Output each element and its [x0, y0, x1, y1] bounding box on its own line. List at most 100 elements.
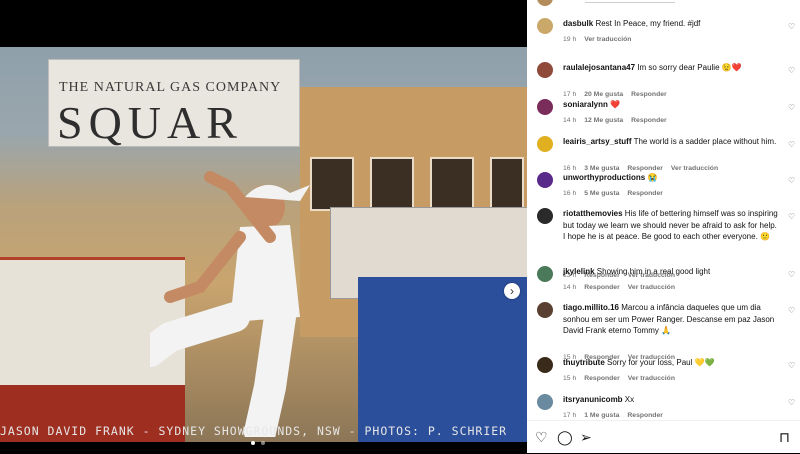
gas-company-sign: THE NATURAL GAS COMPANY SQUAR [48, 59, 300, 147]
avatar[interactable] [537, 62, 553, 78]
comment-likes[interactable]: 3 Me gusta [584, 165, 619, 172]
carousel-dot [251, 441, 255, 445]
comment-meta: 15 h Responder Ver traducción [563, 375, 683, 382]
post-photo: THE NATURAL GAS COMPANY SQUAR › JASON DA… [0, 47, 527, 442]
window [430, 157, 474, 211]
comment-likes[interactable]: 1 Me gusta [584, 412, 619, 419]
reply-button[interactable]: Responder [584, 284, 620, 291]
comment-username[interactable]: jkylelink [563, 267, 595, 276]
comment-body: Showing him in a real good light [594, 267, 711, 276]
reply-button[interactable]: Responder [627, 412, 663, 419]
comment-username[interactable]: unworthyproductions [563, 173, 645, 182]
comment-time: 16 h [563, 165, 577, 172]
window [370, 157, 414, 211]
share-icon[interactable]: ➢ [580, 429, 592, 446]
comment-likes[interactable]: 12 Me gusta [584, 117, 623, 124]
comment-meta: 16 h 3 Me gusta Responder Ver traducción [563, 165, 726, 172]
like-icon[interactable]: ♡ [535, 429, 548, 446]
carousel-dot [261, 441, 266, 445]
see-translation-link[interactable]: Ver traducción [671, 165, 718, 172]
heart-icon[interactable]: ♡ [788, 212, 795, 221]
comment-body: Sorry for your loss, Paul 💛💚 [604, 358, 715, 367]
comment-body: Rest In Peace, my friend. #jdf [593, 19, 701, 28]
avatar[interactable] [537, 136, 553, 152]
blue-truck [358, 277, 527, 442]
comment-username[interactable]: dasbulk [563, 19, 593, 28]
see-translation-link[interactable]: Ver traducción [628, 284, 675, 291]
avatar[interactable] [537, 394, 553, 410]
avatar[interactable] [537, 18, 553, 34]
comment-text: itsryanunicomb Xx [563, 394, 778, 406]
comment-body: 😭 [645, 173, 658, 182]
comment-text: riotatthemovies His life of bettering hi… [563, 208, 778, 243]
reply-button[interactable]: Responder [584, 375, 620, 382]
reply-button[interactable]: Responder [627, 190, 663, 197]
post-media-panel: THE NATURAL GAS COMPANY SQUAR › JASON DA… [0, 0, 527, 453]
comment-meta: 16 h 5 Me gusta Responder [563, 190, 671, 197]
avatar[interactable] [537, 302, 553, 318]
divider [585, 2, 675, 3]
see-translation-link[interactable]: Ver traducción [628, 375, 675, 382]
comment-text: tiago.millito.16 Marcou a infância daque… [563, 302, 778, 337]
comment-time: 17 h [563, 91, 577, 98]
reply-button[interactable]: Responder [631, 91, 667, 98]
comment-time: 16 h [563, 189, 577, 197]
see-translation-link[interactable]: Ver traducción [584, 36, 631, 43]
comment-time: 14 h [563, 283, 577, 291]
avatar [537, 0, 553, 6]
jumping-man [150, 171, 310, 437]
heart-icon[interactable]: ♡ [788, 361, 795, 370]
comment-icon[interactable]: ◯ [557, 429, 573, 446]
next-photo-button[interactable]: › [504, 283, 520, 299]
save-icon[interactable]: ⊓ [779, 429, 790, 446]
reply-button[interactable]: Responder [627, 165, 663, 172]
heart-icon[interactable]: ♡ [788, 103, 795, 112]
comment-body: Xx [622, 395, 635, 404]
comment-meta: 14 h 12 Me gusta Responder [563, 117, 675, 124]
avatar[interactable] [537, 357, 553, 373]
heart-icon[interactable]: ♡ [788, 22, 795, 31]
heart-icon[interactable]: ♡ [788, 398, 795, 407]
comment-text: leairis_artsy_stuff The world is a sadde… [563, 136, 778, 148]
comment-text: raulalejosantana47 Im so sorry dear Paul… [563, 62, 778, 74]
comment-text: soniaralynn ❤️ [563, 99, 778, 111]
comment-text: unworthyproductions 😭 [563, 172, 778, 184]
comment-username[interactable]: riotatthemovies [563, 209, 623, 218]
window [490, 157, 524, 211]
comment-meta: 19 h Ver traducción [563, 36, 639, 43]
heart-icon[interactable]: ♡ [788, 270, 795, 279]
carousel-dots [250, 432, 266, 450]
comment-meta: 17 h 20 Me gusta Responder [563, 91, 675, 98]
sign-small-text: THE NATURAL GAS COMPANY [59, 80, 282, 95]
post-actions-bar: ♡ ◯ ➢ ⊓ [527, 420, 800, 454]
comment-time: 15 h [563, 374, 577, 382]
comments-panel: dasbulk Rest In Peace, my friend. #jdf 19… [527, 0, 800, 453]
comment-time: 17 h [563, 411, 577, 419]
comment-time: 19 h [563, 35, 577, 43]
heart-icon[interactable]: ♡ [788, 176, 795, 185]
comment-body: Im so sorry dear Paulie 😟❤️ [635, 63, 742, 72]
comment-username[interactable]: raulalejosantana47 [563, 63, 635, 72]
heart-icon[interactable]: ♡ [788, 306, 795, 315]
avatar[interactable] [537, 266, 553, 282]
comment-username[interactable]: tiago.millito.16 [563, 303, 619, 312]
comment-username[interactable]: leairis_artsy_stuff [563, 137, 631, 146]
comment-meta: 17 h 1 Me gusta Responder [563, 412, 671, 419]
reply-button[interactable]: Responder [631, 117, 667, 124]
avatar[interactable] [537, 172, 553, 188]
comment-body: ❤️ [607, 100, 621, 109]
avatar[interactable] [537, 208, 553, 224]
comment-likes[interactable]: 20 Me gusta [584, 91, 623, 98]
comment-username[interactable]: thuytribute [563, 358, 605, 367]
comment-text: jkylelink Showing him in a real good lig… [563, 266, 778, 278]
comment-text: dasbulk Rest In Peace, my friend. #jdf [563, 18, 778, 30]
comment-time: 14 h [563, 116, 577, 124]
heart-icon[interactable]: ♡ [788, 140, 795, 149]
comment-username[interactable]: soniaralynn [563, 100, 608, 109]
sign-big-text: SQUAR [57, 97, 243, 148]
avatar[interactable] [537, 99, 553, 115]
chevron-right-icon: › [510, 284, 514, 298]
comment-likes[interactable]: 5 Me gusta [584, 190, 619, 197]
comment-username[interactable]: itsryanunicomb [563, 395, 623, 404]
heart-icon[interactable]: ♡ [788, 66, 795, 75]
